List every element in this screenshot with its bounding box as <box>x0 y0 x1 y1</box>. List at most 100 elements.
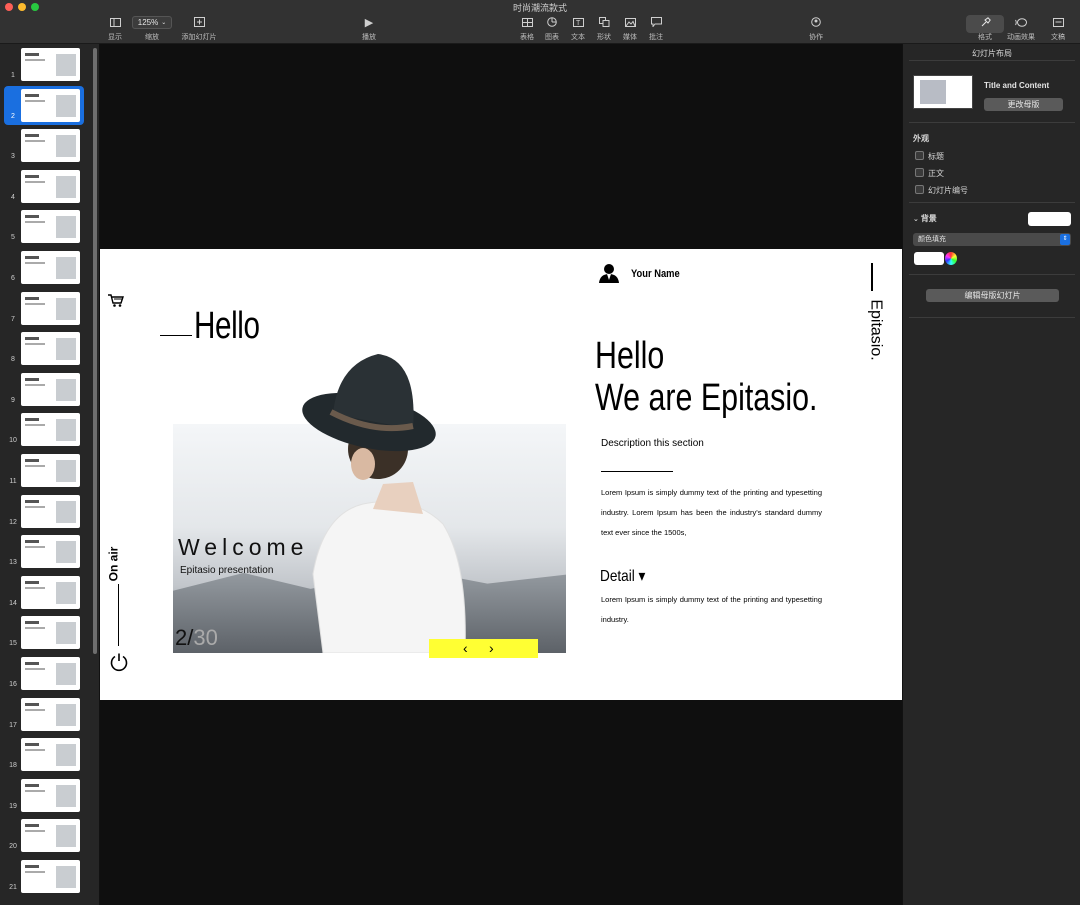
view-button[interactable]: 显示 <box>95 14 135 42</box>
slide-number-label: 9 <box>11 396 15 404</box>
slide-number-label: 14 <box>9 599 17 607</box>
on-air-label: On air <box>106 546 121 582</box>
background-heading[interactable]: ⌄ 背景 <box>913 213 937 224</box>
fill-color-well[interactable] <box>914 252 944 265</box>
slide-thumbnail[interactable] <box>21 251 80 284</box>
keynote-window: 时尚潮流款式 显示 125% ⌄ 缩放 添加幻灯片 ▶ 播放 表格 图表 T 文… <box>0 0 1080 905</box>
slide-thumbnail[interactable] <box>21 494 80 528</box>
layout-preview[interactable] <box>913 75 973 109</box>
slide-number-label: 12 <box>9 518 17 526</box>
window-title: 时尚潮流款式 <box>512 3 567 13</box>
slide-navigator: 1 2 3 4 5 6 7 8 9 10 11 12 13 14 15 16 17 18 19 20 21 <box>0 44 100 905</box>
slide-number-label: 13 <box>9 559 17 567</box>
hello-dash-line <box>160 335 192 336</box>
description-label: Description this section <box>601 438 704 449</box>
slide-number-label: 15 <box>9 640 17 648</box>
slide-number-label: 16 <box>9 681 17 688</box>
add-slide-icon <box>193 14 205 30</box>
edit-master-slide-button[interactable]: 编辑母版幻灯片 <box>926 289 1059 302</box>
slide-thumbnail[interactable] <box>21 413 80 447</box>
slide-thumbnail[interactable] <box>21 291 80 325</box>
power-icon <box>109 652 129 677</box>
brand-line <box>871 263 873 291</box>
play-icon: ▶ <box>364 16 374 29</box>
slide-number-label: 4 <box>11 193 15 201</box>
inspector-title: 幻灯片布局 <box>972 49 1012 58</box>
hello-title: Hello <box>194 305 260 347</box>
color-wheel-icon[interactable] <box>945 252 957 265</box>
slide-thumbnail[interactable] <box>21 657 80 690</box>
background-color-well[interactable] <box>1028 212 1071 226</box>
zoom-button[interactable]: 125% ⌄ 缩放 <box>130 14 174 42</box>
slide-thumbnail[interactable] <box>21 819 80 853</box>
slide-thumbnail[interactable] <box>21 860 80 893</box>
divider <box>909 202 1075 203</box>
format-button[interactable]: 格式 <box>965 14 1005 42</box>
updown-arrow-icon: ⇕ <box>1060 234 1070 245</box>
slide-thumbnail[interactable] <box>21 210 80 244</box>
welcome-text: Welcome <box>178 534 309 560</box>
fill-type-select[interactable]: 颜色填充 ⇕ <box>913 233 1071 246</box>
main-heading: Hello We are Epitasio. <box>595 335 818 419</box>
your-name-label: Your Name <box>631 268 680 280</box>
slide-number-label: 10 <box>9 437 17 445</box>
chevron-left-icon[interactable]: ‹ <box>463 640 468 656</box>
user-icon <box>599 263 619 288</box>
slide-thumbnail[interactable] <box>21 454 80 487</box>
slide-thumbnail[interactable] <box>21 616 80 650</box>
play-button[interactable]: ▶ 播放 <box>349 14 389 42</box>
body-text: Lorem Ipsum is simply dummy text of the … <box>601 488 822 537</box>
slide-thumbnail[interactable] <box>21 88 80 122</box>
slide-number-label: 17 <box>9 721 17 729</box>
slide-number-checkbox[interactable] <box>915 185 924 194</box>
body-checkbox[interactable] <box>915 168 924 177</box>
appearance-heading: 外观 <box>913 134 929 143</box>
chart-icon <box>547 14 557 30</box>
comment-icon <box>650 14 662 30</box>
document-icon <box>1052 14 1064 30</box>
slide-number-label: 21 <box>9 884 17 891</box>
slide-thumbnail[interactable] <box>21 738 80 772</box>
slide-thumbnail[interactable] <box>21 535 80 569</box>
collaborate-icon <box>810 14 822 30</box>
slide-number-label: 19 <box>9 802 17 810</box>
current-slide[interactable]: Hello On air Welcome Epitasio presentati… <box>100 249 902 700</box>
nav-arrows-bar[interactable]: ‹ › <box>429 639 538 658</box>
welcome-subtitle: Epitasio presentation <box>180 565 274 576</box>
slide-thumbnail[interactable] <box>21 697 80 731</box>
description-underline <box>601 471 673 472</box>
body-checkbox-label: 正文 <box>928 169 944 178</box>
document-button[interactable]: 文稿 <box>1038 14 1078 42</box>
sidebar-icon <box>109 14 121 30</box>
slide-thumbnail[interactable] <box>21 778 80 812</box>
slide-thumbnail[interactable] <box>21 372 80 406</box>
add-slide-button[interactable]: 添加幻灯片 <box>179 14 219 42</box>
change-master-button[interactable]: 更改母版 <box>984 98 1063 111</box>
slide-thumbnail[interactable] <box>21 575 80 609</box>
chevron-down-icon: ⌄ <box>161 20 167 26</box>
slide-thumbnail[interactable] <box>21 169 80 203</box>
navigator-scrollbar[interactable] <box>93 48 97 654</box>
collaborate-button[interactable]: 协作 <box>796 14 836 42</box>
zoom-select[interactable]: 125% ⌄ <box>132 16 172 29</box>
slide-thumbnail[interactable] <box>21 48 80 81</box>
slide-number-label: 7 <box>11 315 15 323</box>
divider <box>909 122 1075 123</box>
chevron-down-icon: ⌄ <box>913 216 921 223</box>
shape-icon <box>598 14 610 30</box>
slide-number-label: 20 <box>9 843 17 851</box>
slide-number-label: 3 <box>11 153 15 161</box>
slide-number-label: 2 <box>11 112 15 120</box>
brush-icon <box>980 14 991 30</box>
slide-thumbnail[interactable] <box>21 129 80 163</box>
text-icon: T <box>572 14 584 30</box>
animate-button[interactable]: 动画效果 <box>1001 14 1041 42</box>
slide-number-label: 18 <box>9 762 17 770</box>
comment-button[interactable]: 批注 <box>636 14 676 42</box>
slide-thumbnail[interactable] <box>21 332 80 366</box>
title-checkbox[interactable] <box>915 151 924 160</box>
slide-number-label: 5 <box>11 234 15 242</box>
vertical-line <box>118 584 119 646</box>
chevron-right-icon[interactable]: › <box>489 640 494 656</box>
inspector-panel: 幻灯片布局 Title and Content 更改母版 外观 标题 正文 幻灯… <box>902 44 1080 905</box>
